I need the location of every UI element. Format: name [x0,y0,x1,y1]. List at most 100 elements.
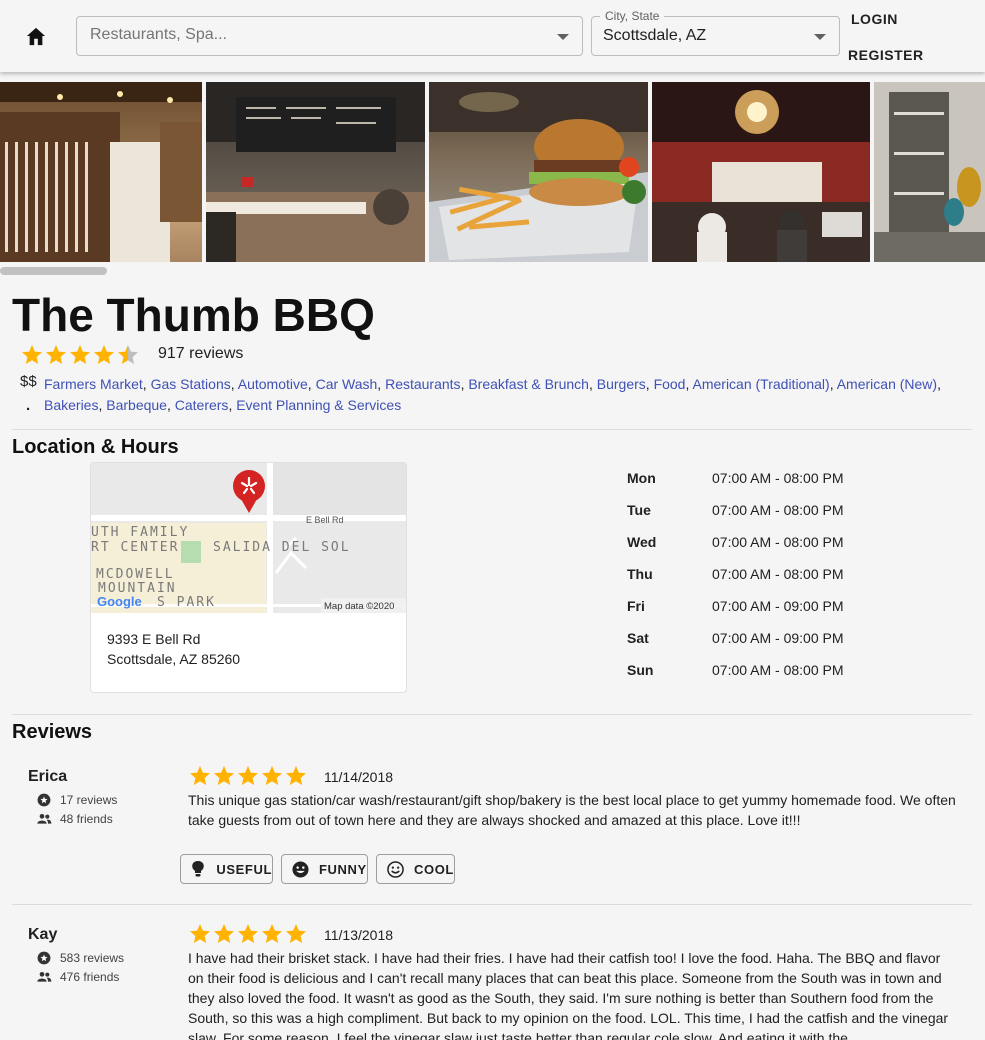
home-icon [26,27,46,46]
useful-button[interactable]: USEFUL [180,854,273,884]
map-label: MCDOWELL [96,567,175,582]
star-icon [214,766,234,785]
lightbulb-icon [190,860,206,878]
photo-wine-shop[interactable] [0,82,202,262]
category-separator: , [307,376,316,392]
category-link[interactable]: Farmers Market [44,376,143,392]
star-icon [94,345,114,364]
category-link[interactable]: American (New) [837,376,937,392]
review-date: 11/13/2018 [324,927,394,943]
hours-day: Tue [627,502,651,518]
useful-label: USEFUL [216,861,272,877]
star-icon [286,766,306,785]
cool-button[interactable]: COOL [376,854,455,884]
business-review-count: 917 reviews [158,345,244,362]
cool-smiley-icon [386,860,404,878]
category-separator: , [937,376,941,392]
map-street-label: E Bell Rd [306,515,344,525]
category-separator: , [685,376,693,392]
map-card: E Bell Rd UTH FAMILY RT CENTER SALIDA DE… [90,462,407,693]
map-label: RT CENTER [91,540,179,555]
review-text: I have had their brisket stack. I have h… [188,950,949,1040]
search-field[interactable] [76,16,583,56]
hours-time: 07:00 AM - 09:00 PM [712,630,844,646]
photo-counter[interactable] [206,82,425,262]
friends-icon [36,969,52,985]
hours-day: Sun [627,662,654,678]
city-state-value: Scottsdale, AZ [603,27,707,44]
reviewer-review-count: 17 reviews [36,792,117,808]
gallery-scrollbar[interactable] [0,267,107,275]
hours-time: 07:00 AM - 08:00 PM [712,662,844,678]
funny-button[interactable]: FUNNY [281,854,368,884]
category-separator: , [377,376,386,392]
category-link[interactable]: Event Planning & Services [236,397,401,413]
category-link[interactable]: Automotive [238,376,308,392]
category-link[interactable]: Restaurants [385,376,460,392]
star-icon [214,924,234,943]
review-badge-icon [36,792,52,808]
map[interactable]: E Bell Rd UTH FAMILY RT CENTER SALIDA DE… [91,463,406,613]
register-link[interactable]: REGISTER [848,47,924,63]
photo-gallery[interactable] [0,82,985,262]
map-label: S PARK [157,595,216,610]
reviewer-friends: 476 friends [36,969,119,985]
review-date: 11/14/2018 [324,769,394,785]
category-separator: , [166,397,175,413]
review-text: This unique gas station/car wash/restaur… [188,792,956,828]
photo-burger[interactable] [429,82,648,262]
hours-time: 07:00 AM - 08:00 PM [712,566,844,582]
reviewer-name[interactable]: Kay [28,926,57,944]
dropdown-arrow-icon[interactable] [814,34,826,40]
address-line-2: Scottsdale, AZ 85260 [107,651,241,667]
login-link[interactable]: LOGIN [851,11,898,27]
divider [12,429,972,430]
category-separator: , [829,376,837,392]
star-icon [262,924,282,943]
star-icon [22,345,42,364]
google-logo: Google [97,594,142,609]
review-badge-icon [36,950,52,966]
category-list: Farmers Market, Gas Stations, Automotive… [44,374,974,416]
map-label: SALIDA DEL SOL [213,540,351,555]
reviews-heading: Reviews [12,721,93,743]
city-state-select[interactable]: City, State Scottsdale, AZ [591,9,840,56]
search-input[interactable] [90,26,530,44]
category-link[interactable]: Breakfast & Brunch [468,376,589,392]
category-link[interactable]: Caterers [175,397,229,413]
category-link[interactable]: Burgers [597,376,646,392]
category-separator: , [645,376,654,392]
star-icon [262,766,282,785]
star-icon [238,766,258,785]
reviewer-name[interactable]: Erica [28,768,67,786]
reviewer-review-count: 583 reviews [36,950,124,966]
hours-time: 07:00 AM - 08:00 PM [712,534,844,550]
reviewer-review-count-text: 17 reviews [60,793,118,807]
hours-time: 07:00 AM - 08:00 PM [712,502,844,518]
address-line-1: 9393 E Bell Rd [107,631,201,647]
category-link[interactable]: Food [654,376,686,392]
reviewer-review-count-text: 583 reviews [60,951,125,965]
hours-time: 07:00 AM - 09:00 PM [712,598,844,614]
cool-label: COOL [414,861,454,877]
category-separator: , [230,376,238,392]
category-separator: , [588,376,597,392]
location-hours-heading: Location & Hours [12,436,179,458]
photo-gift-shop[interactable] [874,82,985,262]
reviewer-friends: 48 friends [36,811,113,827]
photo-dining-room[interactable] [652,82,870,262]
home-button[interactable] [22,22,50,50]
funny-label: FUNNY [319,861,367,877]
star-icon [70,345,90,364]
hours-day: Thu [627,566,653,582]
star-icon [46,345,66,364]
reviewer-friends-text: 48 friends [60,812,113,826]
category-link[interactable]: American (Traditional) [693,376,830,392]
dropdown-arrow-icon[interactable] [557,34,569,40]
category-link[interactable]: Bakeries [44,397,98,413]
hours-day: Sat [627,630,649,646]
reviewer-friends-text: 476 friends [60,970,120,984]
category-link[interactable]: Gas Stations [151,376,231,392]
category-link[interactable]: Car Wash [316,376,378,392]
category-link[interactable]: Barbeque [106,397,167,413]
